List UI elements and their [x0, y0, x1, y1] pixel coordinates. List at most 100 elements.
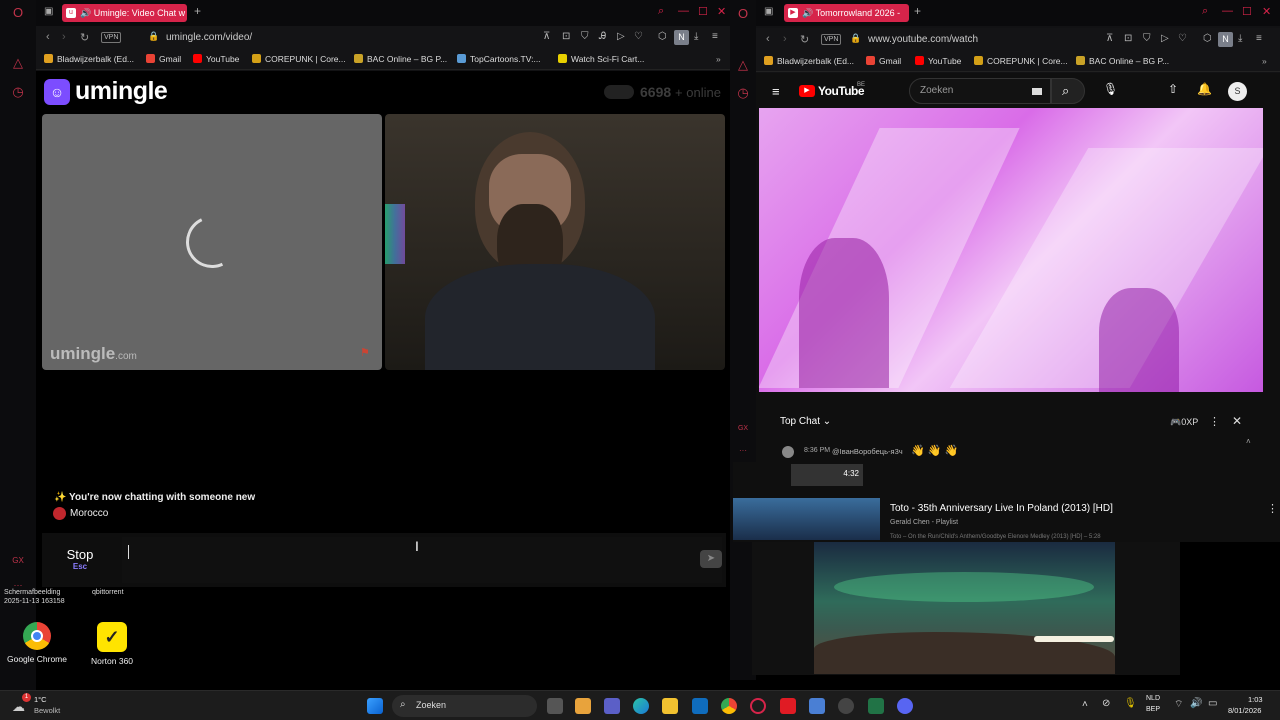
windows-start-icon[interactable]	[367, 698, 383, 714]
bookmarks-overflow-icon[interactable]: »	[1262, 56, 1267, 66]
channel-name[interactable]: Gerald Chen - Playlist	[890, 519, 958, 526]
maximize-button[interactable]: ☐	[698, 5, 708, 18]
snapshot-icon[interactable]: ⊡	[1124, 33, 1132, 44]
sidebar-more-icon[interactable]: ···	[735, 443, 751, 459]
tab-audio-icon[interactable]: 🔊	[80, 8, 91, 18]
bookmark-item[interactable]: Gmail	[866, 56, 901, 66]
minimize-button[interactable]: —	[1222, 5, 1233, 17]
bookmark-item[interactable]: Watch Sci-Fi Cart...	[558, 54, 644, 64]
search-input[interactable]: Zoeken	[909, 78, 1051, 104]
wifi-icon[interactable]: ⌔	[1174, 698, 1183, 711]
bookmark-item[interactable]: TopCartoons.TV:...	[457, 54, 541, 64]
chat-more-icon[interactable]: ⋮	[1209, 415, 1220, 428]
store-icon[interactable]	[575, 698, 591, 714]
share-icon[interactable]: ⇧	[1168, 82, 1178, 96]
extensions-icon[interactable]: ⬡	[1203, 33, 1212, 44]
file-explorer-icon[interactable]	[662, 698, 678, 714]
tray-overflow-icon[interactable]: ˄	[1082, 699, 1088, 710]
shield-icon[interactable]: ⛉	[581, 31, 589, 42]
desktop-icon-chrome[interactable]: Google Chrome	[6, 622, 68, 664]
xp-badge[interactable]: 🎮0XP	[1170, 417, 1198, 428]
heart-icon[interactable]: ♡	[634, 31, 643, 42]
send-icon[interactable]: ➤	[700, 550, 722, 568]
chat-username[interactable]: @ІванВоробець-я3ч	[832, 447, 903, 456]
close-button[interactable]: ✕	[717, 5, 726, 18]
edge-icon[interactable]	[633, 698, 649, 714]
teams-icon[interactable]	[604, 698, 620, 714]
sidebar-gx-icon[interactable]: GX	[735, 421, 751, 437]
bookmark-item[interactable]: BAC Online – BG P...	[354, 54, 447, 64]
tab-umingle[interactable]: u 🔊 Umingle: Video Chat w	[62, 4, 187, 22]
extensions-icon[interactable]: ⬡	[658, 31, 667, 42]
minimize-button[interactable]: —	[678, 5, 689, 17]
close-button[interactable]: ✕	[1262, 5, 1271, 18]
taskbar-search[interactable]: ⌕ Zoeken	[392, 695, 537, 717]
video-thumbnail[interactable]	[733, 498, 880, 540]
sidebar-flow-icon[interactable]: △	[10, 55, 26, 71]
sidebar-flow-icon[interactable]: △	[735, 57, 751, 73]
report-flag-icon[interactable]: ⚑	[360, 346, 370, 359]
tray-mic-icon[interactable]: 🎙	[1124, 698, 1137, 709]
clock-time[interactable]: 1:03	[1248, 695, 1263, 704]
reload-icon[interactable]: ↻	[80, 31, 89, 44]
profile-avatar[interactable]: N	[1218, 32, 1233, 47]
opera-logo-icon[interactable]: O	[10, 5, 26, 21]
message-input[interactable]	[122, 537, 722, 583]
theme-toggle[interactable]	[604, 85, 634, 99]
desktop-file-label[interactable]: Schermafbeelding	[4, 589, 60, 596]
youtube-logo-icon[interactable]: ▶	[799, 85, 815, 97]
chat-close-icon[interactable]: ✕	[1232, 414, 1242, 428]
umingle-logo[interactable]: umingle	[75, 77, 168, 106]
settings-gear-icon[interactable]	[838, 698, 854, 714]
search-tabs-icon[interactable]: ⌕	[658, 5, 664, 18]
sidebar-history-icon[interactable]: ◷	[10, 84, 26, 100]
desktop-file-label[interactable]: qbittorrent	[92, 589, 124, 596]
back-icon[interactable]: ‹	[766, 33, 770, 45]
bookmark-item[interactable]: Bladwijzerbalk (Ed...	[44, 54, 134, 64]
opera-gx-icon[interactable]	[750, 698, 766, 714]
stop-button[interactable]: Stop Esc	[52, 547, 108, 571]
tab-youtube[interactable]: ▶ 🔊 Tomorrowland 2026 -	[784, 4, 909, 22]
bookmark-item[interactable]: YouTube	[915, 56, 961, 66]
calculator-icon[interactable]	[809, 698, 825, 714]
task-view-icon[interactable]	[547, 698, 563, 714]
weather-icon[interactable]: ☁	[12, 699, 25, 715]
battery-icon[interactable]: ▭	[1208, 698, 1217, 709]
short-thumbnail[interactable]: 4:32	[791, 464, 863, 486]
workspace-icon[interactable]: ▣	[44, 6, 53, 17]
new-tab-button[interactable]: +	[914, 4, 921, 18]
translate-icon[interactable]: Ꭿ	[599, 31, 606, 42]
player-icon[interactable]: ▷	[1161, 33, 1169, 44]
pin-icon[interactable]: ⊼	[1106, 33, 1113, 44]
pin-icon[interactable]: ⊼	[543, 31, 550, 42]
bookmark-item[interactable]: COREPUNK | Core...	[974, 56, 1068, 66]
account-avatar[interactable]: S	[1228, 82, 1247, 101]
opera-logo-icon[interactable]: O	[735, 6, 751, 22]
video-player[interactable]	[759, 108, 1263, 392]
menu-icon[interactable]: ≡	[1256, 33, 1262, 44]
discord-icon[interactable]	[897, 698, 913, 714]
maximize-button[interactable]: ☐	[1242, 5, 1252, 18]
back-icon[interactable]: ‹	[46, 31, 50, 43]
snapshot-icon[interactable]: ⊡	[562, 31, 570, 42]
youtube-app-icon[interactable]	[780, 698, 796, 714]
keyboard-layout[interactable]: BEP	[1146, 706, 1160, 713]
workspace-icon[interactable]: ▣	[764, 6, 773, 17]
player-icon[interactable]: ▷	[617, 31, 625, 42]
reload-icon[interactable]: ↻	[800, 33, 809, 46]
scroll-up-icon[interactable]: ˄	[1246, 437, 1251, 446]
bell-icon[interactable]: 🔔	[1197, 82, 1212, 96]
bookmark-item[interactable]: Bladwijzerbalk (Ed...	[764, 56, 854, 66]
video-more-icon[interactable]: ⋮	[1267, 502, 1278, 515]
search-tabs-icon[interactable]: ⌕	[1202, 5, 1208, 18]
shield-icon[interactable]: ⛉	[1143, 33, 1151, 44]
heart-icon[interactable]: ♡	[1178, 33, 1187, 44]
url-field[interactable]: www.youtube.com/watch	[868, 34, 978, 45]
microphone-icon[interactable]: 🎙	[1103, 82, 1118, 96]
excel-icon[interactable]	[868, 698, 884, 714]
bookmark-item[interactable]: Gmail	[146, 54, 181, 64]
bookmark-item[interactable]: BAC Online – BG P...	[1076, 56, 1169, 66]
bookmark-item[interactable]: COREPUNK | Core...	[252, 54, 346, 64]
menu-icon[interactable]: ≡	[712, 31, 718, 42]
clock-date[interactable]: 8/01/2026	[1228, 706, 1261, 715]
